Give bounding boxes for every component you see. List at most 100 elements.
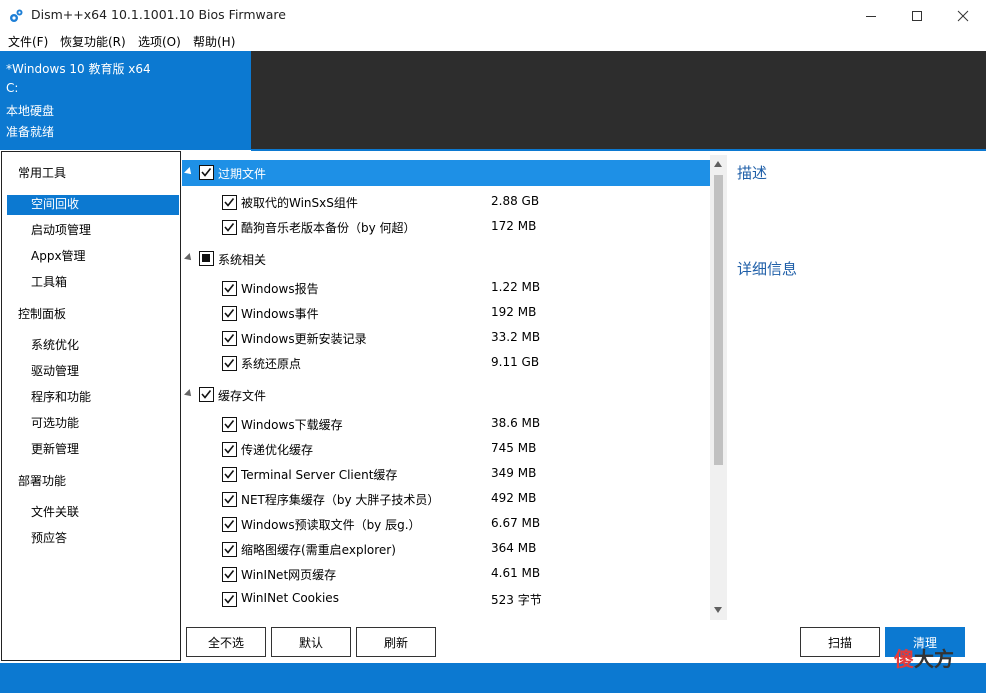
group-checkbox[interactable] — [199, 387, 214, 402]
collapse-arrow-icon[interactable] — [184, 253, 194, 263]
item-checkbox[interactable] — [222, 467, 237, 482]
item-label: Windows下载缓存 — [241, 418, 343, 432]
item-size: 349 MB — [491, 466, 537, 480]
tree-group-cache[interactable]: 缓存文件 — [182, 382, 710, 408]
tree-item[interactable]: NET程序集缓存（by 大胖子技术员） 492 MB — [182, 487, 710, 512]
item-checkbox[interactable] — [222, 592, 237, 607]
sidebar-item-space-recovery[interactable]: 空间回收 — [31, 195, 79, 212]
checkmark-icon — [224, 495, 235, 504]
scroll-up-arrow-icon[interactable] — [714, 161, 722, 167]
item-label: Windows更新安装记录 — [241, 332, 367, 346]
item-checkbox[interactable] — [222, 567, 237, 582]
item-checkbox[interactable] — [222, 356, 237, 371]
sidebar-item-drivers[interactable]: 驱动管理 — [31, 362, 79, 379]
scroll-down-arrow-icon[interactable] — [714, 607, 722, 613]
tree-scrollbar[interactable] — [710, 155, 727, 620]
sidebar-item-updates[interactable]: 更新管理 — [31, 440, 79, 457]
tree-item[interactable]: 传递优化缓存 745 MB — [182, 437, 710, 462]
collapse-arrow-icon[interactable] — [184, 167, 194, 177]
tree-item[interactable]: Windows下载缓存 38.6 MB — [182, 412, 710, 437]
item-label: 酷狗音乐老版本备份（by 何超） — [241, 221, 416, 235]
item-size: 1.22 MB — [491, 280, 541, 294]
menu-restore[interactable]: 恢复功能(R) — [60, 33, 126, 50]
menu-options[interactable]: 选项(O) — [138, 33, 181, 50]
tree-group-system[interactable]: 系统相关 — [182, 246, 710, 272]
sidebar-item-toolbox[interactable]: 工具箱 — [31, 273, 67, 290]
item-checkbox[interactable] — [222, 542, 237, 557]
select-none-button[interactable]: 全不选 — [186, 627, 266, 657]
maximize-icon — [912, 10, 922, 21]
item-checkbox[interactable] — [222, 195, 237, 210]
item-size: 33.2 MB — [491, 330, 541, 344]
tree-item[interactable]: 酷狗音乐老版本备份（by 何超） 172 MB — [182, 215, 710, 240]
group-checkbox[interactable] — [199, 165, 214, 180]
sidebar-item-appx[interactable]: Appx管理 — [31, 247, 86, 264]
item-checkbox[interactable] — [222, 281, 237, 296]
gear-icon — [8, 8, 24, 24]
watermark-logo: 傻 大方 — [894, 642, 968, 672]
checkmark-icon — [224, 223, 235, 232]
item-label: Terminal Server Client缓存 — [241, 468, 398, 482]
title-bar: Dism++x64 10.1.1001.10 Bios Firmware — [0, 0, 986, 31]
item-size: 172 MB — [491, 219, 537, 233]
refresh-button[interactable]: 刷新 — [356, 627, 436, 657]
scan-button[interactable]: 扫描 — [800, 627, 880, 657]
description-title: 描述 — [737, 164, 768, 182]
item-label: 传递优化缓存 — [241, 443, 314, 457]
item-size: 9.11 GB — [491, 355, 540, 369]
minimize-button[interactable] — [848, 0, 894, 31]
item-size: 192 MB — [491, 305, 537, 319]
item-size: 523 字节 — [491, 593, 542, 607]
close-icon — [957, 10, 969, 21]
sidebar-item-optimize[interactable]: 系统优化 — [31, 336, 79, 353]
item-checkbox[interactable] — [222, 417, 237, 432]
cleanup-tree[interactable]: 过期文件 被取代的WinSxS组件 2.88 GB 酷狗音乐老版本备份（by 何… — [182, 155, 710, 620]
tree-item[interactable]: Windows预读取文件（by 辰g.） 6.67 MB — [182, 512, 710, 537]
collapse-arrow-icon[interactable] — [184, 389, 194, 399]
tree-item[interactable]: WinINet Cookies 523 字节 — [182, 587, 710, 612]
status-text: 准备就绪 — [6, 125, 55, 139]
sidebar-item-file-association[interactable]: 文件关联 — [31, 503, 79, 520]
tree-item[interactable]: Terminal Server Client缓存 349 MB — [182, 462, 710, 487]
checkmark-icon — [224, 334, 235, 343]
checkmark-icon — [224, 309, 235, 318]
tree-item[interactable]: Windows更新安装记录 33.2 MB — [182, 326, 710, 351]
default-button[interactable]: 默认 — [271, 627, 351, 657]
menu-help[interactable]: 帮助(H) — [193, 33, 235, 50]
close-button[interactable] — [940, 0, 986, 31]
scroll-thumb[interactable] — [714, 175, 723, 465]
item-size: 2.88 GB — [491, 194, 540, 208]
checkmark-icon — [224, 284, 235, 293]
sidebar-item-answer-file[interactable]: 预应答 — [31, 529, 67, 546]
sidebar-item-startup[interactable]: 启动项管理 — [31, 221, 91, 238]
sidebar-section-deployment: 部署功能 — [18, 474, 67, 488]
disk-type: 本地硬盘 — [6, 104, 55, 118]
group-checkbox-partial[interactable] — [199, 251, 214, 266]
checkmark-icon — [201, 390, 212, 399]
tree-group-expired-files[interactable]: 过期文件 — [182, 160, 710, 186]
session-list-area[interactable] — [251, 51, 986, 150]
checkmark-icon — [224, 570, 235, 579]
menu-file[interactable]: 文件(F) — [8, 33, 48, 50]
item-label: WinINet网页缓存 — [241, 568, 337, 582]
group-label: 缓存文件 — [218, 389, 267, 403]
maximize-button[interactable] — [894, 0, 940, 31]
minimize-icon — [866, 15, 876, 17]
session-info-panel[interactable]: *Windows 10 教育版 x64 C: 本地硬盘 准备就绪 — [0, 51, 251, 150]
item-checkbox[interactable] — [222, 492, 237, 507]
sidebar-item-optional-features[interactable]: 可选功能 — [31, 414, 79, 431]
item-checkbox[interactable] — [222, 331, 237, 346]
group-label: 过期文件 — [218, 167, 267, 181]
item-checkbox[interactable] — [222, 220, 237, 235]
tree-item[interactable]: 缩略图缓存(需重启explorer) 364 MB — [182, 537, 710, 562]
item-checkbox[interactable] — [222, 517, 237, 532]
tree-item[interactable]: Windows报告 1.22 MB — [182, 276, 710, 301]
sidebar-item-programs[interactable]: 程序和功能 — [31, 388, 91, 405]
item-size: 38.6 MB — [491, 416, 541, 430]
tree-item[interactable]: 被取代的WinSxS组件 2.88 GB — [182, 190, 710, 215]
tree-item[interactable]: Windows事件 192 MB — [182, 301, 710, 326]
tree-item[interactable]: WinINet网页缓存 4.61 MB — [182, 562, 710, 587]
item-checkbox[interactable] — [222, 442, 237, 457]
item-checkbox[interactable] — [222, 306, 237, 321]
tree-item[interactable]: 系统还原点 9.11 GB — [182, 351, 710, 376]
